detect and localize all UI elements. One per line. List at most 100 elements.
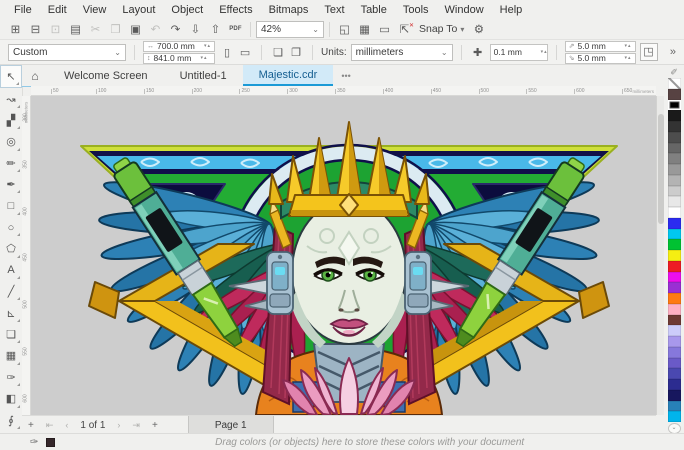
transparency-tool[interactable]: ▦ bbox=[0, 345, 22, 366]
nudge-distance-field[interactable]: 0.1 mm ▾▴ bbox=[489, 43, 548, 61]
publish-pdf-icon[interactable]: PDF bbox=[226, 21, 245, 38]
copy-icon[interactable]: ❐ bbox=[106, 21, 125, 38]
rectangle-tool[interactable]: □ bbox=[0, 195, 22, 216]
options-gear-icon[interactable]: ⚙ bbox=[469, 21, 488, 38]
color-swatch[interactable] bbox=[667, 389, 681, 401]
color-swatch[interactable] bbox=[667, 99, 681, 111]
all-pages-icon[interactable]: ❏ bbox=[270, 46, 286, 59]
save-icon[interactable]: ⊡ bbox=[46, 21, 65, 38]
color-swatch[interactable] bbox=[667, 164, 681, 175]
add-page-button[interactable]: + bbox=[146, 416, 164, 434]
spinner-arrows[interactable]: ▾▴ bbox=[204, 43, 211, 49]
color-swatch[interactable] bbox=[667, 185, 681, 197]
color-swatch[interactable] bbox=[667, 250, 681, 261]
color-swatch[interactable] bbox=[667, 153, 681, 164]
eyedropper-tool[interactable]: ✑ bbox=[0, 367, 22, 388]
menu-item[interactable]: File bbox=[6, 2, 40, 18]
color-swatch[interactable] bbox=[667, 196, 681, 207]
color-swatch[interactable] bbox=[667, 357, 681, 369]
color-swatch[interactable] bbox=[667, 293, 681, 304]
color-swatch[interactable] bbox=[667, 303, 681, 315]
tab-welcome-screen[interactable]: Welcome Screen bbox=[48, 65, 164, 86]
units-select[interactable]: millimeters ⌄ bbox=[350, 43, 453, 61]
text-tool[interactable]: A bbox=[0, 260, 22, 281]
color-swatch[interactable] bbox=[667, 174, 681, 186]
menu-item[interactable]: View bbox=[75, 2, 115, 18]
polygon-tool[interactable]: ⬠ bbox=[0, 238, 22, 259]
color-swatch[interactable] bbox=[667, 379, 681, 390]
cut-icon[interactable]: ✂ bbox=[86, 21, 105, 38]
menu-item[interactable]: Window bbox=[437, 2, 492, 18]
print-icon[interactable]: ▤ bbox=[66, 21, 85, 38]
color-swatch[interactable] bbox=[667, 239, 681, 250]
menu-item[interactable]: Effects bbox=[211, 2, 260, 18]
open-icon[interactable]: ⊟ bbox=[26, 21, 45, 38]
menu-item[interactable]: Tools bbox=[395, 2, 437, 18]
fullscreen-preview-icon[interactable]: ◱ bbox=[335, 21, 354, 38]
snap-to-button[interactable]: Snap To ▾ bbox=[415, 23, 468, 35]
page-width-field[interactable]: ↔ 700.0 mm ▾▴ bbox=[143, 40, 216, 52]
redo-icon[interactable]: ↷ bbox=[166, 21, 185, 38]
crop-tool[interactable]: ▞ bbox=[0, 110, 22, 131]
portrait-icon[interactable]: ▯ bbox=[219, 46, 235, 59]
duplicate-distance-x[interactable]: ⇗ 5.0 mm ▾▴ bbox=[564, 40, 636, 52]
export-icon[interactable]: ⇧ bbox=[206, 21, 225, 38]
no-color-swatch[interactable] bbox=[667, 78, 681, 89]
interactive-fill-tool[interactable]: ∮ bbox=[0, 410, 22, 431]
color-swatch[interactable] bbox=[667, 228, 681, 240]
line-tool[interactable]: ╱ bbox=[0, 281, 22, 302]
vertical-scrollbar[interactable] bbox=[656, 96, 664, 415]
color-swatch[interactable] bbox=[667, 282, 681, 293]
page-tab[interactable]: Page 1 bbox=[187, 416, 274, 434]
tab-untitled-1[interactable]: Untitled-1 bbox=[164, 65, 243, 86]
landscape-icon[interactable]: ▭ bbox=[237, 46, 253, 59]
color-swatch[interactable] bbox=[667, 325, 681, 336]
toolbar-overflow-icon[interactable]: » bbox=[670, 46, 676, 58]
last-page-icon[interactable]: ⇥ bbox=[126, 416, 146, 434]
color-swatch[interactable] bbox=[667, 207, 681, 218]
add-page-button[interactable]: + bbox=[22, 416, 40, 434]
color-swatch[interactable] bbox=[667, 260, 681, 272]
color-swatch[interactable] bbox=[667, 142, 681, 154]
home-icon[interactable]: ⌂ bbox=[22, 65, 48, 86]
palette-options-icon[interactable]: ✐ bbox=[670, 66, 678, 78]
spinner-arrows[interactable]: ▾▴ bbox=[201, 55, 208, 61]
first-page-icon[interactable]: ⇤ bbox=[40, 416, 60, 434]
color-swatch[interactable] bbox=[667, 411, 681, 422]
next-page-icon[interactable]: › bbox=[111, 416, 126, 434]
color-swatch[interactable] bbox=[667, 368, 681, 379]
color-swatch[interactable] bbox=[667, 271, 681, 283]
page-size-preset-select[interactable]: Custom ⌄ bbox=[8, 43, 126, 61]
shadow-tool[interactable]: ❏ bbox=[0, 324, 22, 345]
view-grid-icon[interactable]: ▦ bbox=[355, 21, 374, 38]
menu-item[interactable]: Object bbox=[163, 2, 211, 18]
artistic-media-tool[interactable]: ✒ bbox=[0, 174, 22, 195]
menu-item[interactable]: Edit bbox=[40, 2, 75, 18]
new-document-icon[interactable]: ⊞ bbox=[6, 21, 25, 38]
zoom-level-combo[interactable]: 42% ⌄ bbox=[256, 20, 324, 38]
more-tabs-button[interactable]: ••• bbox=[333, 65, 358, 86]
zoom-tool[interactable]: ◎ bbox=[0, 131, 22, 152]
treat-as-filled-icon[interactable]: ◳ bbox=[639, 43, 658, 61]
current-page-icon[interactable]: ❐ bbox=[288, 46, 304, 59]
menu-item[interactable]: Help bbox=[492, 2, 531, 18]
connector-tool[interactable]: ⊾ bbox=[0, 302, 22, 323]
color-swatch[interactable] bbox=[667, 400, 681, 412]
color-swatch[interactable] bbox=[667, 346, 681, 358]
tab-majestic[interactable]: Majestic.cdr bbox=[242, 65, 334, 86]
document-canvas[interactable] bbox=[31, 96, 656, 415]
previous-page-icon[interactable]: ‹ bbox=[59, 416, 74, 434]
color-swatch[interactable] bbox=[667, 88, 681, 100]
freehand-tool[interactable]: ✏ bbox=[0, 153, 22, 174]
menu-item[interactable]: Bitmaps bbox=[261, 2, 317, 18]
menu-item[interactable]: Layout bbox=[114, 2, 163, 18]
menu-item[interactable]: Table bbox=[353, 2, 395, 18]
color-swatch[interactable] bbox=[667, 121, 681, 132]
color-swatch[interactable] bbox=[667, 217, 681, 229]
color-swatch[interactable] bbox=[667, 131, 681, 143]
color-swatch[interactable] bbox=[667, 110, 681, 121]
ellipse-tool[interactable]: ○ bbox=[0, 217, 22, 238]
undo-icon[interactable]: ↶ bbox=[146, 21, 165, 38]
snap-disabled-icon[interactable]: ⇱ ✕ bbox=[395, 21, 414, 38]
color-swatch[interactable] bbox=[667, 314, 681, 326]
